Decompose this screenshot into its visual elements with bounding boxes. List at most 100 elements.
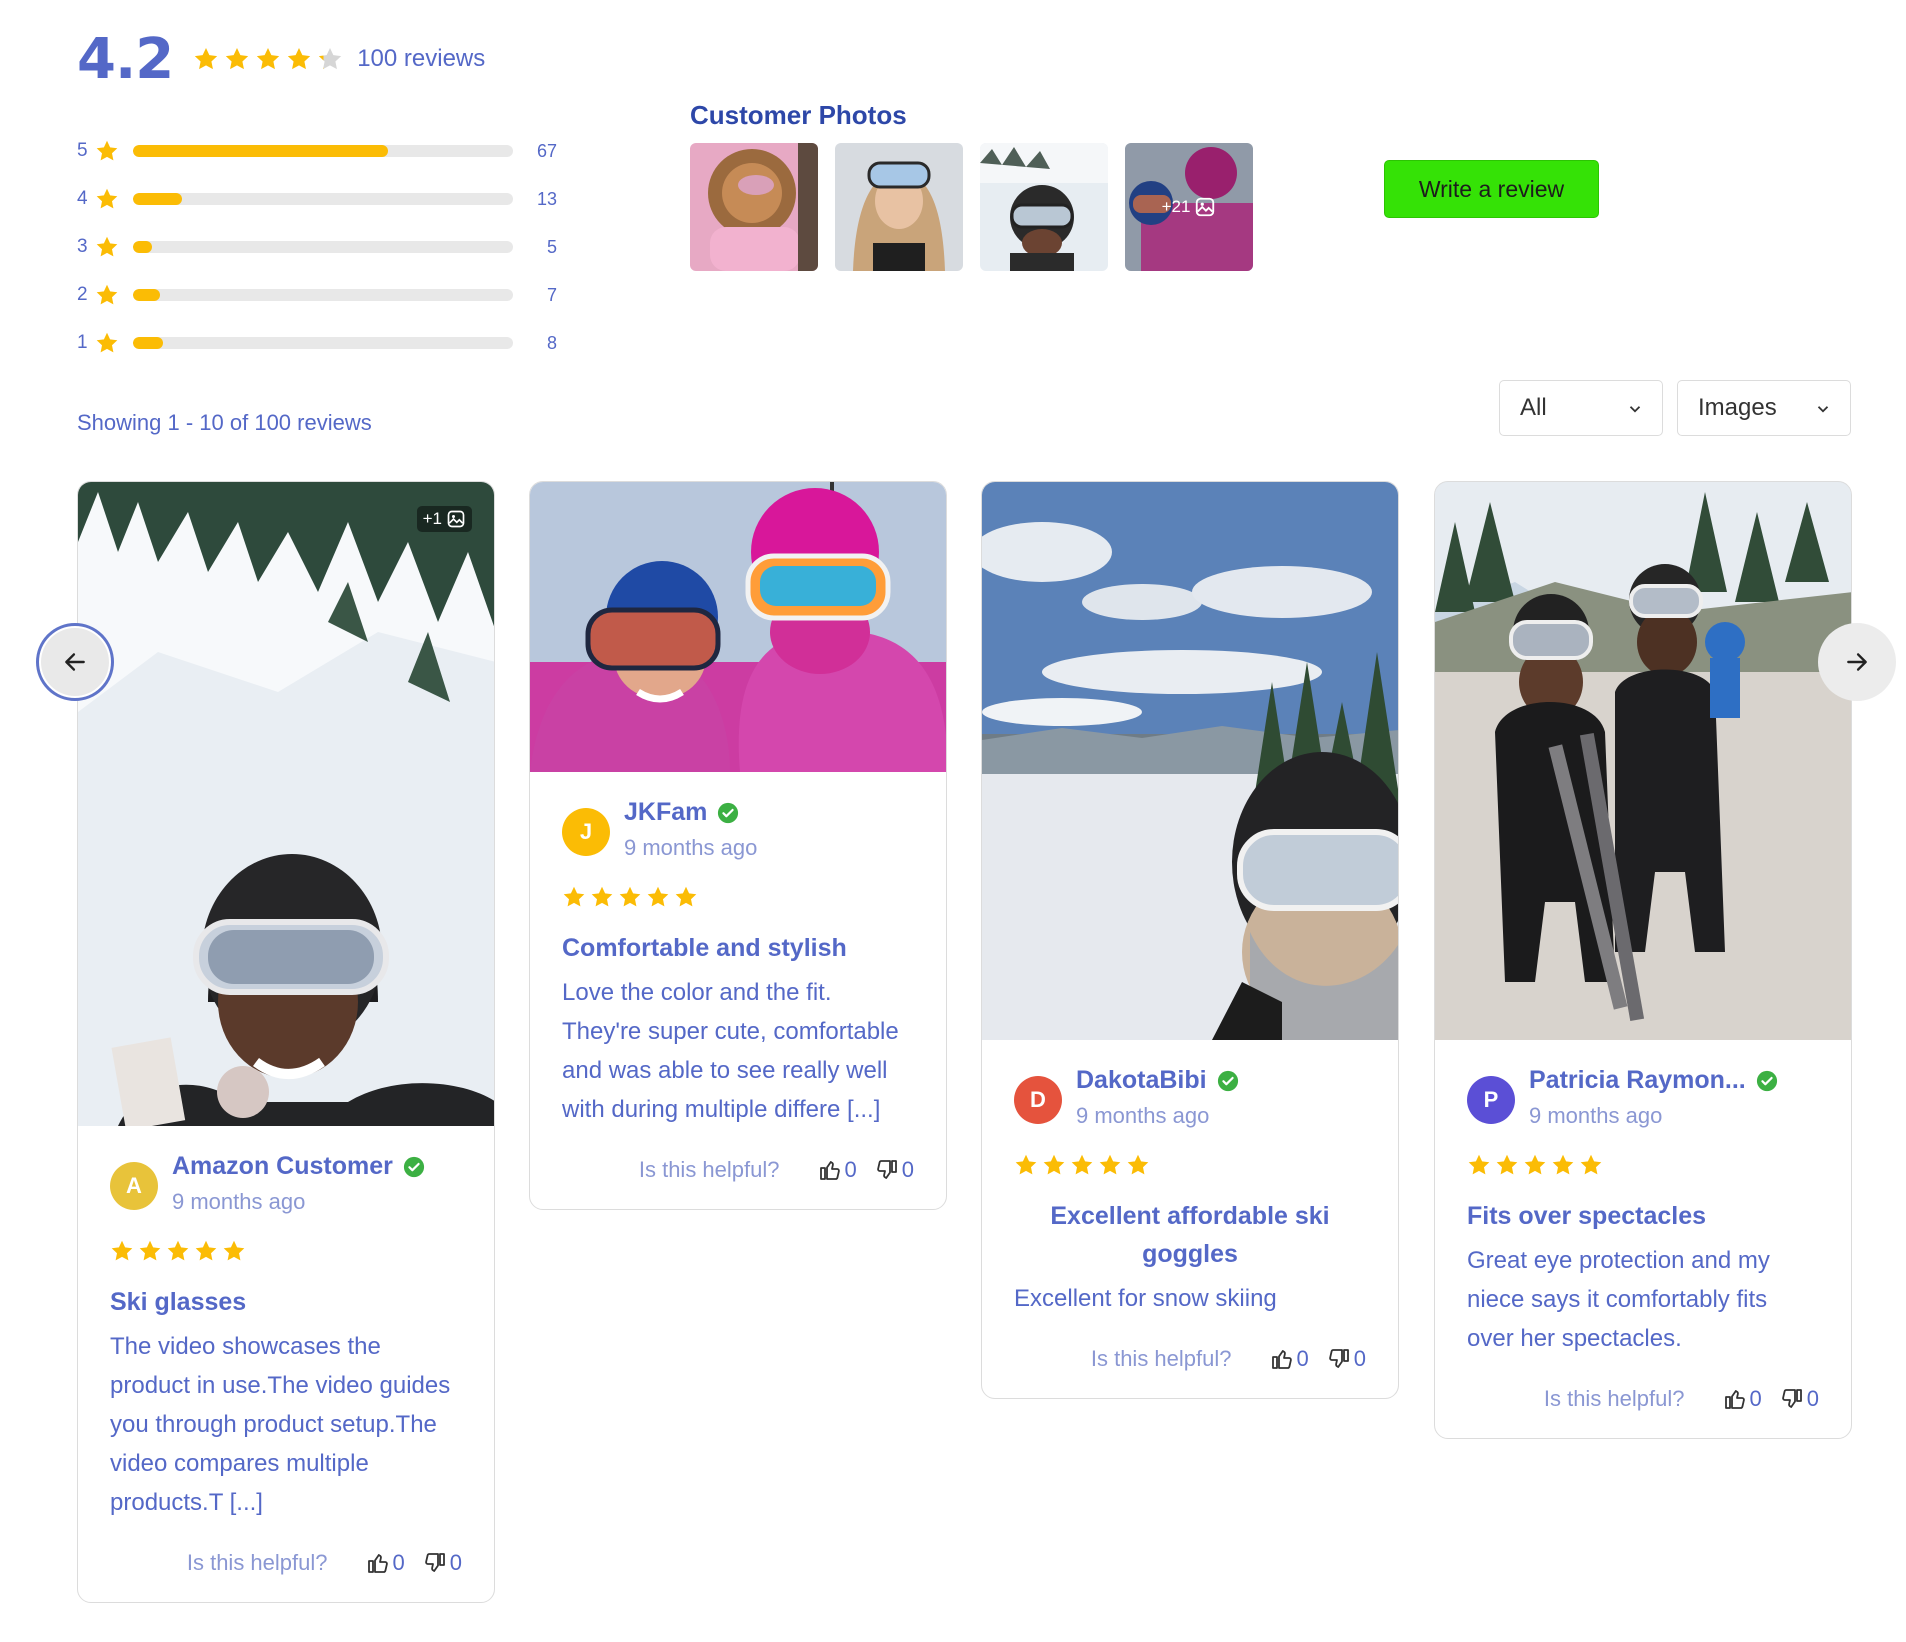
media-filter-select[interactable]: Images [1677,380,1851,436]
helpful-row: Is this helpful? 0 0 [1467,1386,1819,1412]
reviewer-name: Patricia Raymon... [1529,1066,1746,1094]
avatar: D [1014,1076,1062,1124]
photo-count-badge: +1 [416,506,472,532]
downvote-button[interactable]: 0 [1327,1346,1366,1372]
star-icon [95,139,119,163]
review-card[interactable]: +1 A Amazon Customer 9 months ago Ski gl… [77,481,495,1603]
distribution-row[interactable]: 1 8 [77,319,557,367]
star-icon [1579,1153,1603,1177]
distribution-bar [133,289,513,301]
upvote-button[interactable]: 0 [366,1550,405,1576]
arrow-left-icon [65,653,85,671]
carousel-prev-button[interactable] [36,623,114,701]
distribution-count: 8 [546,332,557,353]
star-icon [193,46,219,72]
arrow-right-icon [1847,653,1867,671]
review-title: Comfortable and stylish [562,934,847,962]
review-photo[interactable] [530,482,946,772]
star-icon [95,235,119,259]
downvote-count: 0 [901,1157,914,1182]
helpful-row: Is this helpful? 0 0 [562,1157,914,1183]
star-icon [1070,1153,1094,1177]
customer-photo-thumbnail[interactable] [690,143,818,271]
thumbs-up-icon [1723,1387,1747,1411]
rating-distribution: 5 67 4 13 3 5 2 7 1 8 [77,127,557,367]
thumbs-up-icon [818,1158,842,1182]
review-card[interactable]: D DakotaBibi 9 months ago Excellent affo… [981,481,1399,1399]
star-icon [618,885,642,909]
upvote-count: 0 [392,1550,405,1575]
distribution-bar-fill [133,145,388,157]
downvote-button[interactable]: 0 [423,1550,462,1576]
distribution-bar-fill [133,337,164,349]
verified-check-icon [1217,1070,1239,1092]
media-filter-value: Images [1698,394,1777,421]
review-text[interactable]: Great eye protection and my niece says i… [1467,1241,1819,1358]
thumbs-up-icon [366,1551,390,1575]
review-card[interactable]: P Patricia Raymon... 9 months ago Fits o… [1434,481,1852,1439]
star-icon [224,46,250,72]
rating-filter-value: All [1520,394,1547,421]
distribution-row[interactable]: 2 7 [77,271,557,319]
more-photos-count: +21 [1161,197,1191,216]
star-icon [138,1239,162,1263]
downvote-count: 0 [1806,1386,1819,1411]
star-icon [1467,1153,1491,1177]
review-card[interactable]: J JKFam 9 months ago Comfortable and sty… [529,481,947,1210]
distribution-row[interactable]: 4 13 [77,175,557,223]
customer-photo-thumbnail-more[interactable]: +21 [1125,143,1253,271]
star-icon [110,1239,134,1263]
helpful-question: Is this helpful? [638,1157,780,1182]
avatar: A [110,1162,158,1210]
review-stars [562,885,914,909]
star-icon [286,46,312,72]
distribution-row[interactable]: 3 5 [77,223,557,271]
showing-range: Showing 1 - 10 of 100 reviews [77,410,372,435]
reviews-count: 100 reviews [357,45,486,72]
photo-count: +1 [422,509,442,528]
review-time: 9 months ago [1529,1103,1663,1128]
review-photo[interactable] [1435,482,1851,1040]
star-icon [1126,1153,1150,1177]
helpful-question: Is this helpful? [186,1550,328,1575]
upvote-button[interactable]: 0 [818,1157,857,1183]
rating-filter-select[interactable]: All [1499,380,1663,436]
review-stars [1467,1153,1819,1177]
downvote-button[interactable]: 0 [875,1157,914,1183]
upvote-count: 0 [844,1157,857,1182]
review-time: 9 months ago [1076,1103,1210,1128]
distribution-row[interactable]: 5 67 [77,127,557,175]
distribution-bar-fill [133,289,160,301]
review-text[interactable]: Love the color and the fit. They're supe… [562,973,914,1129]
partial-star-icon [319,47,342,70]
distribution-count: 7 [546,284,557,305]
average-rating: 4.2 [77,26,174,92]
customer-photo-thumbnail[interactable] [835,143,963,271]
review-photo[interactable]: +1 [78,482,494,1126]
upvote-button[interactable]: 0 [1270,1346,1309,1372]
review-text[interactable]: Excellent for snow skiing [1014,1279,1366,1318]
average-stars [193,46,343,72]
avatar: P [1467,1076,1515,1124]
star-icon [590,885,614,909]
helpful-question: Is this helpful? [1543,1386,1685,1411]
helpful-row: Is this helpful? 0 0 [1014,1346,1366,1372]
star-icon [646,885,670,909]
helpful-row: Is this helpful? 0 0 [110,1550,462,1576]
thumbs-down-icon [423,1551,447,1575]
review-photo[interactable] [982,482,1398,1040]
star-icon [1551,1153,1575,1177]
star-icon [1523,1153,1547,1177]
star-icon [255,46,281,72]
review-text[interactable]: The video showcases the product in use.T… [110,1327,462,1522]
write-review-button[interactable]: Write a review [1384,160,1599,218]
chevron-down-icon [1629,406,1641,413]
upvote-button[interactable]: 0 [1723,1386,1762,1412]
customer-photo-thumbnail[interactable] [980,143,1108,271]
carousel-next-button[interactable] [1818,623,1896,701]
downvote-button[interactable]: 0 [1780,1386,1819,1412]
reviewer-name: Amazon Customer [172,1152,393,1180]
star-icon [95,283,119,307]
distribution-stars: 5 [77,140,88,161]
thumbs-down-icon [1327,1347,1351,1371]
